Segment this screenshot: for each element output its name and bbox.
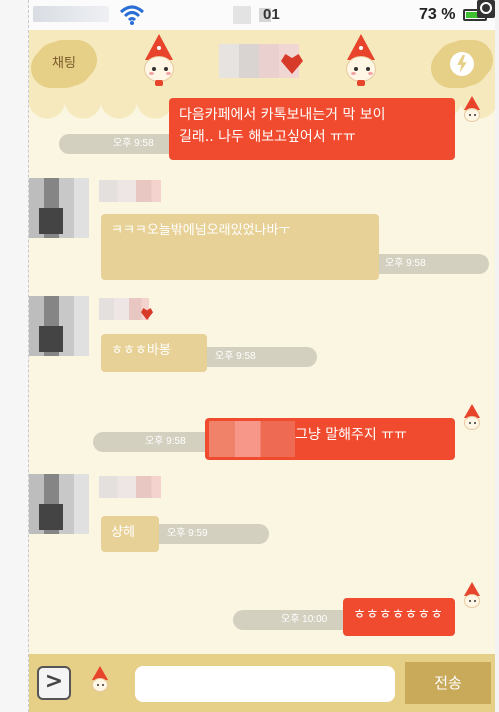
message-input[interactable] [135, 666, 395, 702]
emoticon-button[interactable] [89, 666, 111, 696]
chat-tab-label: 채팅 [52, 56, 76, 71]
strawberry-character-icon [139, 34, 179, 94]
friend-avatar[interactable] [29, 474, 89, 534]
message-time: 오후 9:59 [141, 524, 269, 544]
my-avatar-icon [461, 582, 483, 612]
friend-name [99, 476, 161, 498]
battery-percent: 73 % [419, 6, 456, 23]
my-message-bubble[interactable]: 그냥 말해주지 ㅠㅠ [205, 418, 455, 460]
my-message-bubble[interactable]: 다음카페에서 카톡보내는거 막 보이 길래.. 나두 해보고싶어서 ㅠㅠ [169, 98, 455, 160]
chevron-right-icon: > [44, 669, 64, 694]
message-time: 오후 9:58 [189, 347, 317, 367]
friend-message-bubble[interactable]: ㅋㅋㅋ오늘밖에넘오래있었나바ㅜ [101, 214, 379, 280]
chat-header: 채팅 [29, 30, 495, 100]
my-avatar-icon [461, 96, 483, 126]
send-button[interactable]: 전송 [405, 662, 491, 704]
friend-avatar[interactable] [29, 296, 89, 356]
window-margin [0, 0, 29, 712]
status-time: 01 [229, 6, 289, 24]
strawberry-character-icon [341, 34, 381, 94]
redacted-text [209, 421, 295, 457]
friend-avatar[interactable] [29, 178, 89, 238]
my-avatar-icon [461, 404, 483, 434]
friend-name [99, 298, 149, 320]
status-bar: 01 73 % [29, 0, 495, 30]
wifi-icon [119, 5, 145, 25]
friend-message-bubble[interactable]: 샹헤 [101, 516, 159, 552]
more-options-button[interactable]: > [37, 666, 71, 700]
friend-message-bubble[interactable]: ㅎㅎㅎ바봉 [101, 334, 207, 372]
search-icon[interactable] [477, 0, 495, 18]
carrier-signal [33, 6, 109, 22]
bolt-button[interactable] [435, 42, 489, 86]
phone-screen: 01 73 % 채팅 오후 9:58 다음카페에서 카톡보내는거 막 보이 길래… [29, 0, 495, 712]
message-text: 그냥 말해주지 ㅠㅠ [295, 427, 407, 443]
chat-tab-button[interactable]: 채팅 [35, 42, 93, 86]
friend-name [99, 180, 161, 202]
my-message-bubble[interactable]: ㅎㅎㅎㅎㅎㅎㅎ [343, 598, 455, 636]
message-input-bar: > 전송 [29, 654, 495, 712]
